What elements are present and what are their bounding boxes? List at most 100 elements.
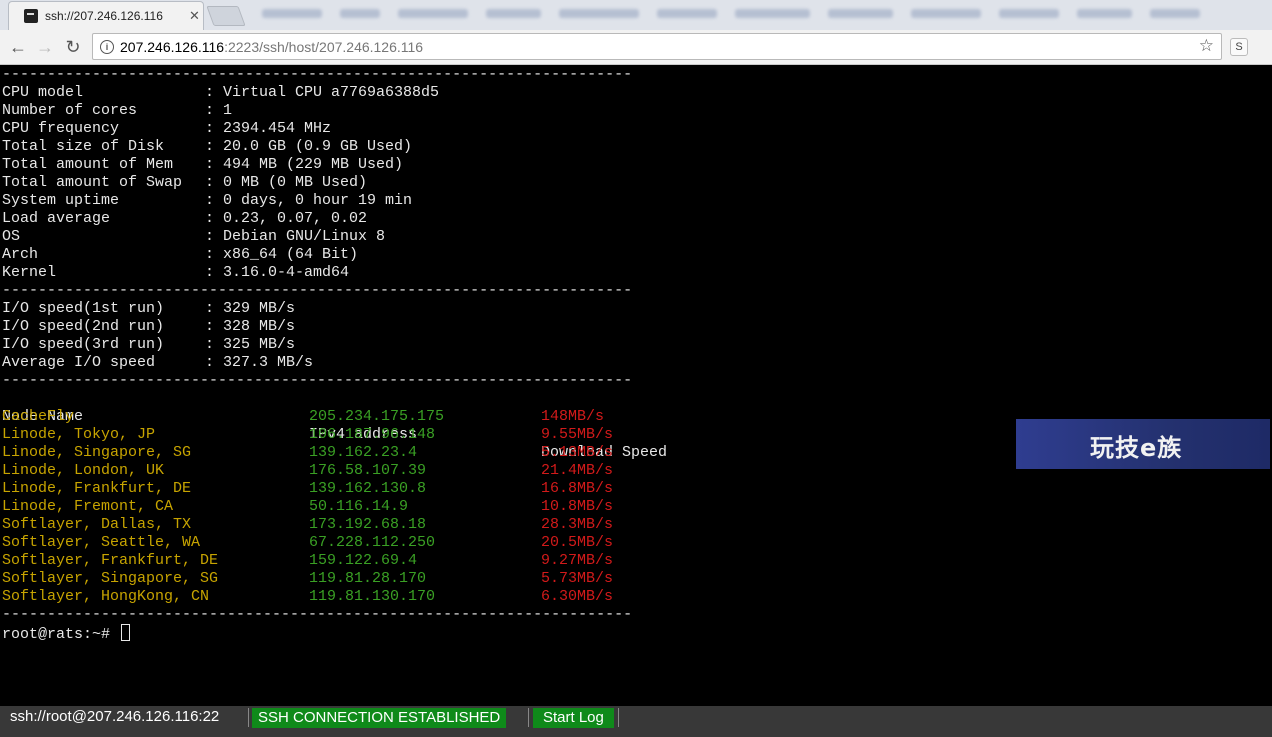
start-log-button[interactable]: Start Log <box>533 708 614 728</box>
sysinfo-colon: : <box>205 228 215 245</box>
terminal[interactable]: ----------------------------------------… <box>2 66 1270 706</box>
sysinfo-colon: : <box>205 156 215 173</box>
ipv4-address: 119.81.130.170 <box>309 588 436 605</box>
connection-host: ssh://root@207.246.126.116:22 <box>10 708 220 725</box>
address-bar[interactable]: i 207.246.126.116:2223/ssh/host/207.246.… <box>92 33 1222 60</box>
status-divider <box>618 708 619 727</box>
status-divider <box>528 708 529 727</box>
watermark-text: 玩技e族 <box>1090 434 1183 462</box>
tab-bar: ssh://207.246.126.116 ✕ <box>0 0 1272 30</box>
sysinfo-value: 0.23, 0.07, 0.02 <box>223 210 368 227</box>
node-name: Softlayer, Frankfurt, DE <box>2 552 219 569</box>
net-row: Softlayer, Dallas, TX 173.192.68.18 28.3MB… <box>2 516 1270 534</box>
ipv4-address: 159.122.69.4 <box>309 552 418 569</box>
sysinfo-row: Number of cores:1 <box>2 102 1270 120</box>
net-header-row: Node Name IPv4 address Download Speed <box>2 390 1270 461</box>
status-divider <box>248 708 249 727</box>
sysinfo-row: Load average:0.23, 0.07, 0.02 <box>2 210 1270 228</box>
node-name: Linode, Singapore, SG <box>2 444 192 461</box>
terminal-favicon-icon <box>24 9 38 23</box>
sysinfo-label: CPU frequency <box>2 120 120 137</box>
sysinfo-label: Total amount of Swap <box>2 174 183 191</box>
download-speed: 9.27MB/s <box>541 552 614 569</box>
io-value: 328 MB/s <box>223 318 296 335</box>
ipv4-address: 176.58.107.39 <box>309 462 427 479</box>
download-speed: 5.73MB/s <box>541 570 614 587</box>
prompt-line[interactable]: root@rats:~# <box>2 624 1270 643</box>
node-name: CacheFly <box>2 408 75 425</box>
io-value: 325 MB/s <box>223 336 296 353</box>
separator: ----------------------------------------… <box>2 606 633 623</box>
sysinfo-label: Kernel <box>2 264 57 281</box>
net-row: Linode, Fremont, CA 50.116.14.9 10.8MB/s <box>2 498 1270 516</box>
sysinfo-value: 20.0 GB (0.9 GB Used) <box>223 138 413 155</box>
sysinfo-colon: : <box>205 192 215 209</box>
sysinfo-row: OS: Debian GNU/Linux 8 <box>2 228 1270 246</box>
new-tab-button[interactable] <box>206 6 246 26</box>
sysinfo-colon: : <box>205 120 215 137</box>
node-name: Softlayer, HongKong, CN <box>2 588 210 605</box>
download-speed: 28.3MB/s <box>541 516 614 533</box>
extension-icon[interactable]: S <box>1230 38 1248 56</box>
sysinfo-row: Total size of Disk:20.0 GB (0.9 GB Used) <box>2 138 1270 156</box>
sysinfo-value: 1 <box>223 102 233 119</box>
sysinfo-value: x86_64 (64 Bit) <box>223 246 359 263</box>
tab-ssh[interactable]: ssh://207.246.126.116 ✕ <box>8 1 204 30</box>
net-row: Linode, Frankfurt, DE 139.162.130.8 16.8MB… <box>2 480 1270 498</box>
sysinfo-row: CPU frequency:2394.454 MHz <box>2 120 1270 138</box>
io-row: I/O speed(2nd run):328 MB/s <box>2 318 1270 336</box>
watermark-logo: 玩技e族 <box>1016 419 1270 469</box>
sysinfo-value: Virtual CPU a7769a6388d5 <box>223 84 440 101</box>
forward-arrow-icon[interactable]: → <box>34 36 56 58</box>
io-row: I/O speed(1st run):329 MB/s <box>2 300 1270 318</box>
sysinfo-colon: : <box>205 246 215 263</box>
reload-icon[interactable]: ↻ <box>62 36 84 58</box>
sysinfo-colon: : <box>205 84 215 101</box>
url-text: 207.246.126.116:2223/ssh/host/207.246.12… <box>120 39 423 55</box>
sysinfo-label: Load average <box>2 210 111 227</box>
sysinfo-label: Number of cores <box>2 102 138 119</box>
node-name: Softlayer, Dallas, TX <box>2 516 192 533</box>
back-arrow-icon[interactable]: ← <box>7 36 29 58</box>
sysinfo-label: Total size of Disk <box>2 138 165 155</box>
download-speed: 21.4MB/s <box>541 462 614 479</box>
sysinfo-row: Arch: x86_64 (64 Bit) <box>2 246 1270 264</box>
sysinfo-colon: : <box>205 138 215 155</box>
net-row: Softlayer, Singapore, SG 119.81.28.170 5.7… <box>2 570 1270 588</box>
download-speed: 6.30MB/s <box>541 588 614 605</box>
io-colon: : <box>205 318 215 335</box>
separator: ----------------------------------------… <box>2 282 633 299</box>
sysinfo-value: Debian GNU/Linux 8 <box>223 228 386 245</box>
download-speed: 5.13MB/s <box>541 444 614 461</box>
io-label: Average I/O speed <box>2 354 156 371</box>
ipv4-address: 205.234.175.175 <box>309 408 445 425</box>
sysinfo-row: Total amount of Swap:0 MB (0 MB Used) <box>2 174 1270 192</box>
io-label: I/O speed(1st run) <box>2 300 165 317</box>
sysinfo-value: 3.16.0-4-amd64 <box>223 264 350 281</box>
node-name: Linode, Fremont, CA <box>2 498 174 515</box>
io-colon: : <box>205 354 215 371</box>
separator: ----------------------------------------… <box>2 372 633 389</box>
io-value: 329 MB/s <box>223 300 296 317</box>
info-icon[interactable]: i <box>100 40 114 54</box>
ipv4-address: 139.162.23.4 <box>309 444 418 461</box>
sysinfo-value: 0 MB (0 MB Used) <box>223 174 368 191</box>
sysinfo-value: 494 MB (229 MB Used) <box>223 156 404 173</box>
tab-title: ssh://207.246.126.116 <box>45 9 163 23</box>
node-name: Linode, Frankfurt, DE <box>2 480 192 497</box>
io-colon: : <box>205 336 215 353</box>
io-value: 327.3 MB/s <box>223 354 314 371</box>
io-row: Average I/O speed:327.3 MB/s <box>2 354 1270 372</box>
io-label: I/O speed(3rd run) <box>2 336 165 353</box>
bookmark-star-icon[interactable]: ☆ <box>1199 36 1214 56</box>
node-name: Linode, Tokyo, JP <box>2 426 156 443</box>
sysinfo-colon: : <box>205 210 215 227</box>
sysinfo-row: Total amount of Mem:494 MB (229 MB Used) <box>2 156 1270 174</box>
blurred-tabs <box>262 2 1262 24</box>
io-info: I/O speed(1st run):329 MB/s I/O speed(2nd… <box>2 300 1270 372</box>
close-icon[interactable]: ✕ <box>189 8 200 24</box>
sysinfo-value: 2394.454 MHz <box>223 120 332 137</box>
node-name: Softlayer, Seattle, WA <box>2 534 201 551</box>
download-speed: 20.5MB/s <box>541 534 614 551</box>
system-info: CPU model: Virtual CPU a7769a6388d5 Number… <box>2 84 1270 282</box>
